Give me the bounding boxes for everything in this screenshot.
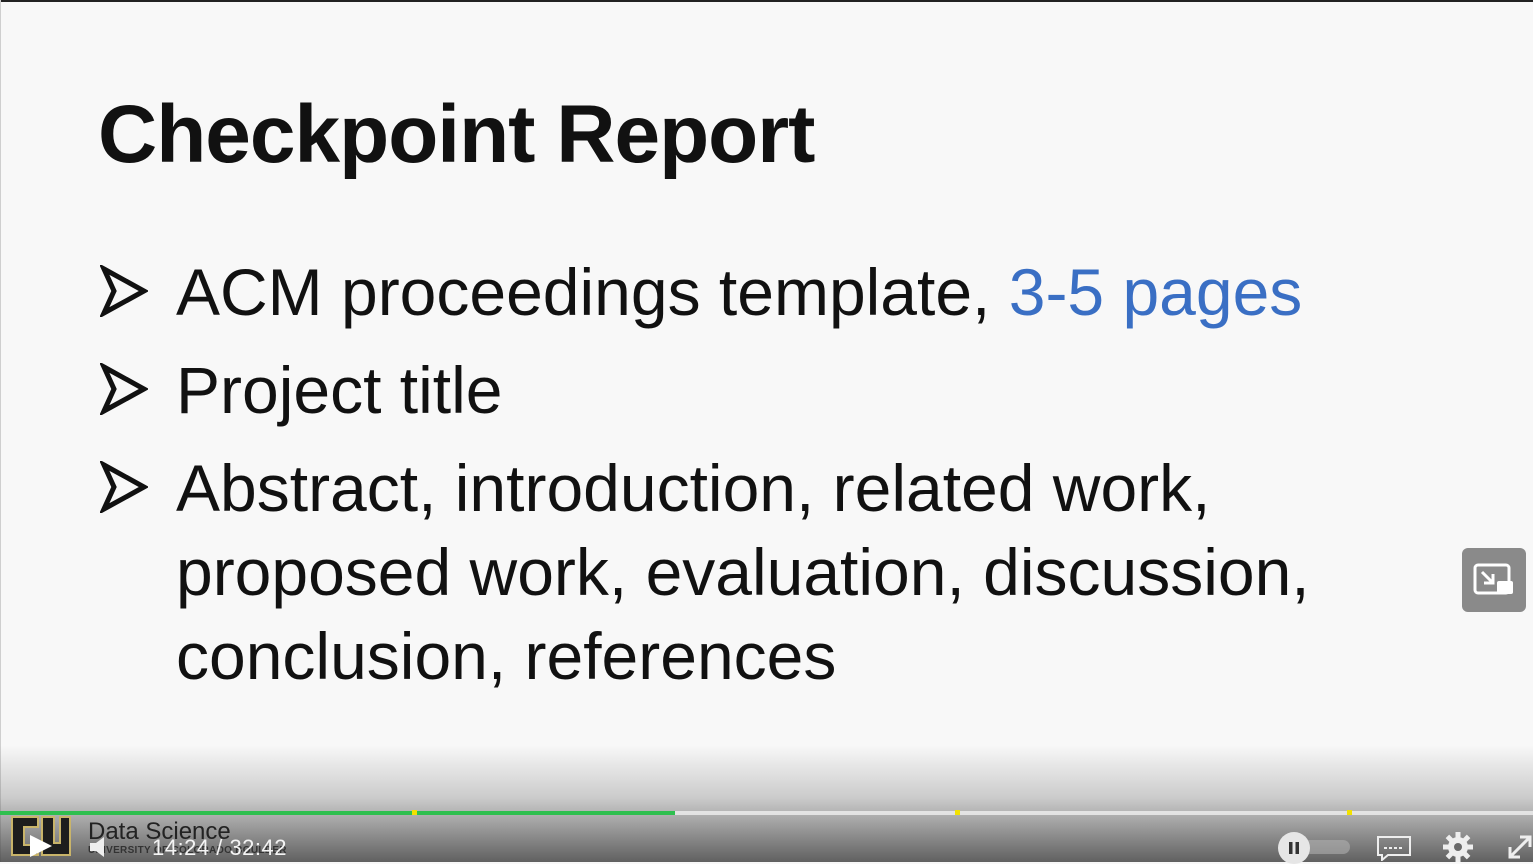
- toggle-knob[interactable]: [1278, 832, 1310, 864]
- picture-in-picture-button[interactable]: [1462, 548, 1526, 612]
- chapter-marker[interactable]: [1347, 810, 1353, 815]
- playback-toggle[interactable]: [1278, 832, 1350, 864]
- current-time: 14:24: [152, 835, 210, 860]
- arrow-bullet-icon: [100, 461, 148, 513]
- arrow-bullet-icon: [100, 363, 148, 415]
- time-separator: /: [216, 835, 223, 860]
- bullet-text: Project title: [176, 353, 503, 427]
- bullet-item: Project title: [100, 348, 1430, 432]
- bullet-list: ACM proceedings template, 3-5 pages Proj…: [100, 250, 1430, 712]
- bullet-text: Abstract, introduction, related work, pr…: [176, 451, 1310, 693]
- picture-in-picture-icon: [1473, 563, 1513, 595]
- captions-icon[interactable]: [1376, 835, 1412, 861]
- gear-icon[interactable]: [1442, 831, 1474, 863]
- bullet-item: Abstract, introduction, related work, pr…: [100, 446, 1430, 698]
- video-frame[interactable]: Checkpoint Report ACM proceedings templa…: [0, 0, 1533, 862]
- progress-played: [0, 811, 675, 815]
- arrow-bullet-icon: [100, 265, 148, 317]
- bullet-text: ACM proceedings template,: [176, 255, 1009, 329]
- player-controls: Data Science UNIVERSITY OF COLORADO BOUL…: [0, 745, 1533, 864]
- time-display: 14:24 / 32:42: [152, 835, 287, 861]
- play-icon[interactable]: [26, 833, 56, 859]
- bullet-highlight: 3-5 pages: [1008, 255, 1303, 329]
- progress-bar[interactable]: [0, 810, 1533, 815]
- chapter-marker[interactable]: [954, 810, 960, 815]
- bullet-item: ACM proceedings template, 3-5 pages: [100, 250, 1430, 334]
- duration: 32:42: [229, 835, 287, 860]
- chapter-marker[interactable]: [411, 810, 417, 815]
- volume-icon[interactable]: [88, 835, 108, 859]
- slide-title: Checkpoint Report: [98, 89, 815, 180]
- progress-buffered: [674, 811, 1533, 815]
- fullscreen-icon[interactable]: [1506, 833, 1533, 861]
- pause-icon: [1289, 842, 1299, 854]
